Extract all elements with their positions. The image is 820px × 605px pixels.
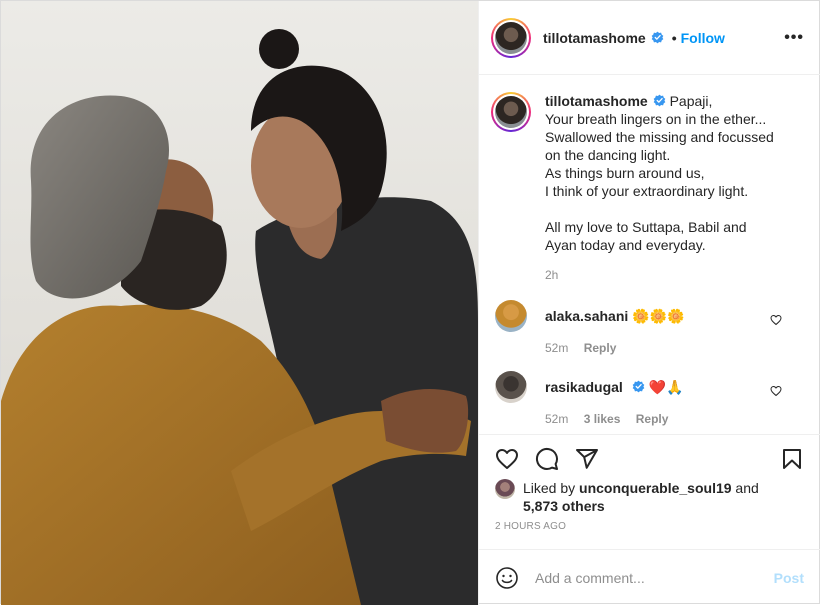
emoji-icon[interactable] — [495, 566, 519, 590]
author-avatar[interactable] — [491, 17, 531, 58]
comment-icon[interactable] — [535, 447, 559, 471]
comment-likes-count[interactable]: 3 likes — [584, 412, 621, 426]
post-header: tillotamashome • Follow ••• — [479, 1, 820, 75]
post-side-panel: tillotamashome • Follow ••• tillotamasho… — [478, 1, 820, 605]
author-username[interactable]: tillotamashome — [543, 30, 646, 46]
comment-meta: 52m Reply — [545, 341, 684, 355]
comment-text: ❤️🙏 — [648, 379, 684, 395]
comment-reply-button[interactable]: Reply — [636, 412, 669, 426]
comment-timestamp[interactable]: 52m — [545, 341, 568, 355]
caption-line: As things burn around us, — [545, 165, 705, 181]
caption-author-avatar[interactable] — [491, 92, 531, 132]
post-timestamp[interactable]: 2 HOURS AGO — [495, 521, 804, 532]
separator-dot: • — [671, 29, 677, 46]
caption-line: Your breath lingers on in the ether... — [545, 111, 767, 127]
comments-list[interactable]: tillotamashome Papaji, Your breath linge… — [479, 76, 820, 434]
heart-icon[interactable] — [495, 447, 519, 471]
post-actions: Liked by unconquerable_soul19 and 5,873 … — [479, 434, 820, 532]
caption-line: I think of your extraordinary light. — [545, 183, 749, 199]
commenter-avatar[interactable] — [495, 300, 527, 332]
post-photo[interactable] — [1, 1, 478, 605]
comment-like-heart-icon[interactable] — [770, 314, 782, 326]
caption-line — [545, 200, 795, 218]
verified-badge-icon — [651, 31, 664, 44]
photo-illustration — [1, 1, 478, 605]
caption-line: Papaji, — [669, 93, 713, 109]
liker-avatar[interactable] — [495, 479, 515, 499]
caption-text: tillotamashome Papaji, Your breath linge… — [545, 92, 795, 284]
post-caption: tillotamashome Papaji, Your breath linge… — [491, 92, 804, 284]
comment-item: rasikadugal ❤️🙏 52m 3 likes Reply — [491, 371, 804, 426]
likes-count[interactable]: 5,873 others — [523, 498, 605, 514]
caption-line: All my love to Suttapa, Babil and — [545, 219, 747, 235]
commenter-username[interactable]: rasikadugal — [545, 379, 623, 395]
commenter-username[interactable]: alaka.sahani — [545, 308, 628, 324]
comment-reply-button[interactable]: Reply — [584, 341, 617, 355]
caption-line: Swallowed the missing and focussed — [545, 129, 774, 145]
likes-summary: Liked by unconquerable_soul19 and 5,873 … — [495, 479, 804, 515]
comment-like-heart-icon[interactable] — [770, 385, 782, 397]
action-icon-row — [495, 447, 804, 471]
follow-button[interactable]: Follow — [681, 30, 725, 46]
likes-and: and — [731, 480, 759, 496]
caption-line: Ayan today and everyday. — [545, 237, 706, 253]
post-comment-button[interactable]: Post — [774, 570, 804, 586]
instagram-post: tillotamashome • Follow ••• tillotamasho… — [0, 0, 820, 605]
comment-timestamp[interactable]: 52m — [545, 412, 568, 426]
commenter-avatar[interactable] — [495, 371, 527, 403]
comment-meta: 52m 3 likes Reply — [545, 412, 683, 426]
likes-prefix: Liked by — [523, 480, 580, 496]
more-options-icon[interactable]: ••• — [784, 29, 804, 45]
caption-timestamp[interactable]: 2h — [545, 266, 795, 284]
add-comment-bar: Post — [479, 549, 820, 605]
caption-line: on the dancing light. — [545, 147, 671, 163]
caption-username[interactable]: tillotamashome — [545, 93, 648, 109]
share-icon[interactable] — [575, 447, 599, 471]
verified-badge-icon — [653, 94, 666, 107]
comment-input[interactable] — [535, 569, 774, 586]
liker-username[interactable]: unconquerable_soul19 — [579, 480, 731, 496]
verified-badge-icon — [632, 380, 645, 393]
comment-text: 🌼🌼🌼 — [632, 308, 685, 324]
bookmark-icon[interactable] — [780, 447, 804, 471]
comment-item: alaka.sahani 🌼🌼🌼 52m Reply — [491, 300, 804, 355]
